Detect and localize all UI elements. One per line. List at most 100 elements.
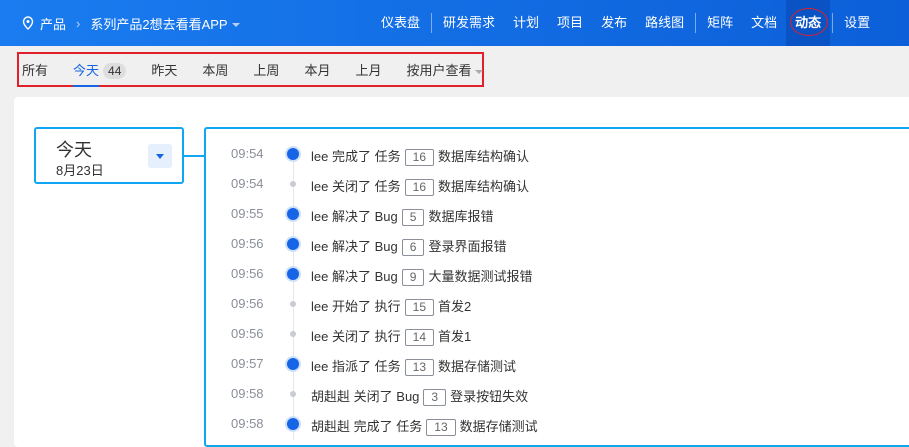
action-row: 09:58 胡赳赳 完成了 任务 13 数据存储测试 bbox=[0, 414, 909, 436]
action-text: 胡赳赳 关闭了 Bug 3 登录按钮失效 bbox=[311, 386, 528, 406]
filter-last-month[interactable]: 上月 bbox=[355, 60, 381, 79]
nav-matrix[interactable]: 矩阵 bbox=[698, 0, 742, 46]
timeline-dot-icon bbox=[287, 208, 299, 220]
action-verb: 解决了 bbox=[331, 269, 371, 284]
action-verb: 完成了 bbox=[331, 149, 371, 164]
nav-plan[interactable]: 计划 bbox=[504, 0, 548, 46]
object-type: 任务 bbox=[374, 359, 401, 374]
nav-divider bbox=[431, 13, 433, 33]
object-title-link[interactable]: 大量数据测试报错 bbox=[428, 269, 532, 284]
action-row: 09:54 lee 关闭了 任务 16 数据库结构确认 bbox=[0, 174, 909, 196]
action-time: 09:56 bbox=[231, 326, 264, 341]
action-row: 09:58 胡赳赳 关闭了 Bug 3 登录按钮失效 bbox=[0, 384, 909, 406]
object-title-link[interactable]: 数据库结构确认 bbox=[438, 149, 529, 164]
object-title-link[interactable]: 首发2 bbox=[438, 299, 471, 314]
nav-release[interactable]: 发布 bbox=[592, 0, 636, 46]
filter-today[interactable]: 今天 44 bbox=[73, 60, 127, 87]
action-time: 09:58 bbox=[231, 386, 264, 401]
action-time: 09:56 bbox=[231, 266, 264, 281]
nav-project[interactable]: 项目 bbox=[548, 0, 592, 46]
object-title-link[interactable]: 数据存储测试 bbox=[438, 359, 516, 374]
action-text: lee 解决了 Bug 5 数据库报错 bbox=[311, 206, 493, 226]
action-row: 09:54 lee 完成了 任务 16 数据库结构确认 bbox=[0, 144, 909, 166]
actor: lee bbox=[311, 179, 329, 194]
filter-today-label: 今天 bbox=[73, 63, 100, 78]
filter-by-user-label: 按用户查看 bbox=[406, 63, 472, 78]
action-row: 09:56 lee 关闭了 执行 14 首发1 bbox=[0, 324, 909, 346]
action-time: 09:56 bbox=[231, 296, 264, 311]
caret-down-icon bbox=[475, 69, 484, 74]
action-verb: 开始了 bbox=[331, 299, 371, 314]
object-id: 13 bbox=[426, 419, 456, 436]
object-title-link[interactable]: 数据存储测试 bbox=[460, 419, 538, 434]
actor: lee bbox=[311, 329, 329, 344]
action-time: 09:54 bbox=[231, 176, 264, 191]
breadcrumb-product[interactable]: 产品 bbox=[40, 14, 66, 33]
breadcrumb: 产品 › 系列产品2想去看看APP bbox=[22, 0, 240, 46]
timeline-dot-icon bbox=[290, 391, 296, 397]
count-badge: 44 bbox=[103, 63, 127, 79]
location-pin-icon bbox=[22, 16, 34, 30]
timeline-dot-icon bbox=[287, 148, 299, 160]
object-id: 15 bbox=[404, 299, 434, 316]
filter-yesterday[interactable]: 昨天 bbox=[151, 60, 177, 79]
object-type: 任务 bbox=[374, 149, 401, 164]
actor: lee bbox=[311, 299, 329, 314]
action-row: 09:56 lee 解决了 Bug 6 登录界面报错 bbox=[0, 234, 909, 256]
object-id: 6 bbox=[401, 239, 425, 256]
actor: lee bbox=[311, 269, 329, 284]
action-text: lee 解决了 Bug 9 大量数据测试报错 bbox=[311, 266, 532, 286]
action-verb: 关闭了 bbox=[353, 389, 393, 404]
product-switcher[interactable]: 系列产品2想去看看APP bbox=[90, 14, 240, 33]
nav-requirements[interactable]: 研发需求 bbox=[434, 0, 504, 46]
nav-divider bbox=[832, 13, 834, 33]
object-type: 执行 bbox=[374, 299, 401, 314]
filter-last-week[interactable]: 上周 bbox=[253, 60, 279, 79]
action-row: 09:55 lee 解决了 Bug 5 数据库报错 bbox=[0, 204, 909, 226]
object-title-link[interactable]: 数据库报错 bbox=[428, 209, 493, 224]
object-type: 任务 bbox=[374, 179, 401, 194]
main-nav: 仪表盘 研发需求 计划 项目 发布 路线图 矩阵 文档 动态 设置 bbox=[372, 0, 879, 46]
timeline-dot-icon bbox=[287, 238, 299, 250]
date-filter-bar: 所有 今天 44 昨天 本周 上周 本月 上月 按用户查看 bbox=[17, 52, 484, 87]
nav-roadmap[interactable]: 路线图 bbox=[636, 0, 693, 46]
action-verb: 指派了 bbox=[331, 359, 371, 374]
object-title-link[interactable]: 数据库结构确认 bbox=[438, 179, 529, 194]
object-id: 16 bbox=[404, 179, 434, 196]
object-id: 16 bbox=[404, 149, 434, 166]
action-text: 胡赳赳 完成了 任务 13 数据存储测试 bbox=[311, 416, 538, 436]
object-title-link[interactable]: 登录按钮失效 bbox=[450, 389, 528, 404]
filter-this-month[interactable]: 本月 bbox=[304, 60, 330, 79]
filter-by-user[interactable]: 按用户查看 bbox=[406, 60, 484, 79]
action-verb: 关闭了 bbox=[331, 329, 371, 344]
action-time: 09:56 bbox=[231, 236, 264, 251]
filter-all[interactable]: 所有 bbox=[22, 60, 48, 79]
object-id: 14 bbox=[404, 329, 434, 346]
timeline-dot-icon bbox=[290, 301, 296, 307]
action-text: lee 关闭了 任务 16 数据库结构确认 bbox=[311, 176, 529, 196]
nav-dynamics[interactable]: 动态 bbox=[786, 0, 831, 46]
object-title-link[interactable]: 首发1 bbox=[438, 329, 471, 344]
action-text: lee 完成了 任务 16 数据库结构确认 bbox=[311, 146, 529, 166]
filter-this-week[interactable]: 本周 bbox=[202, 60, 228, 79]
nav-divider bbox=[695, 13, 697, 33]
nav-settings[interactable]: 设置 bbox=[835, 0, 879, 46]
object-type: 任务 bbox=[396, 419, 423, 434]
object-id: 5 bbox=[401, 209, 425, 226]
object-type: 执行 bbox=[374, 329, 401, 344]
object-type: Bug bbox=[374, 239, 398, 254]
object-type: Bug bbox=[396, 389, 420, 404]
actor: lee bbox=[311, 239, 329, 254]
object-id: 3 bbox=[423, 389, 447, 406]
action-time: 09:57 bbox=[231, 356, 264, 371]
nav-dashboard[interactable]: 仪表盘 bbox=[372, 0, 429, 46]
actor: 胡赳赳 bbox=[311, 419, 351, 434]
active-underline bbox=[73, 85, 100, 87]
object-type: Bug bbox=[374, 269, 398, 284]
nav-docs[interactable]: 文档 bbox=[742, 0, 786, 46]
actor: lee bbox=[311, 359, 329, 374]
object-id: 9 bbox=[401, 269, 425, 286]
object-title-link[interactable]: 登录界面报错 bbox=[428, 239, 506, 254]
actor: lee bbox=[311, 149, 329, 164]
action-time: 09:54 bbox=[231, 146, 264, 161]
